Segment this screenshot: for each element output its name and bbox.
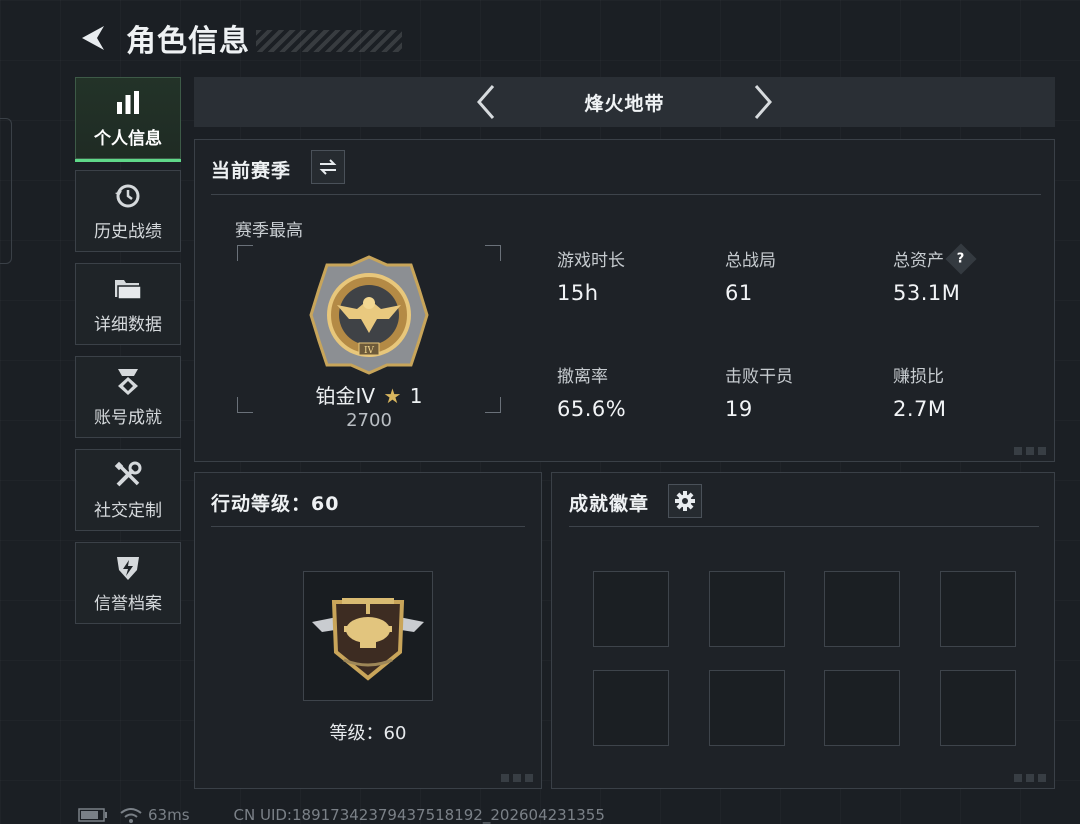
stat-value: 15h (557, 281, 599, 305)
rank-name: 铂金IV (315, 384, 376, 408)
back-arrow-icon (82, 26, 104, 50)
panel-corner-marks (501, 774, 533, 782)
shield-lightning-icon (114, 553, 142, 583)
stat-total-matches: 总战局 61 (725, 246, 776, 305)
question-icon: ? (957, 250, 965, 266)
title-decoration (256, 30, 402, 52)
badge-slot[interactable] (709, 571, 785, 647)
tools-icon (114, 460, 142, 490)
gear-icon (675, 491, 695, 511)
badge-slot[interactable] (593, 571, 669, 647)
stat-extraction-rate: 撤离率 65.6% (557, 362, 626, 421)
previous-mode-button[interactable] (466, 82, 506, 122)
chevron-right-icon (754, 85, 772, 119)
rank-score: 2700 (346, 410, 392, 431)
sidebar-item-detailed-data[interactable]: 详细数据 (75, 263, 181, 345)
sidebar-item-label: 详细数据 (94, 314, 162, 335)
sidebar-item-label: 信誉档案 (94, 593, 162, 614)
stat-play-time: 游戏时长 15h (557, 246, 625, 305)
stat-label-row: 总资产 ? (893, 242, 977, 275)
stat-total-assets: 总资产 ? 53.1M (893, 242, 977, 305)
sidebar-item-social-customization[interactable]: 社交定制 (75, 449, 181, 531)
uid-text: CN UID:18917342379437518192_202604231355 (233, 806, 605, 824)
sidebar: 个人信息 历史战绩 详细数据 账号成就 社交定制 信誉档案 (75, 77, 181, 635)
mode-name: 烽火地带 (584, 92, 665, 115)
back-button[interactable] (76, 20, 110, 56)
achievement-title: 成就徽章 (569, 493, 650, 515)
edge-pull-tab[interactable] (0, 118, 12, 264)
stat-label: 撤离率 (557, 367, 608, 387)
helicopter-level-emblem (312, 598, 424, 681)
stat-label: 总资产 (893, 251, 944, 271)
sidebar-item-personal-info[interactable]: 个人信息 (75, 77, 181, 162)
action-level-emblem-frame (303, 571, 433, 701)
wifi-icon (120, 808, 142, 823)
folder-icon (113, 274, 143, 304)
current-season-panel: 当前赛季 赛季最高 IV 铂金IV ★ 1 2700 游戏时长 15h 总战局 … (194, 139, 1055, 462)
stat-operators-defeated: 击败干员 19 (725, 362, 793, 421)
badge-slot[interactable] (940, 571, 1016, 647)
mode-selector: 烽火地带 (194, 77, 1055, 127)
status-bar: 63ms CN UID:18917342379437518192_2026042… (78, 806, 605, 824)
page-header: 角色信息 (76, 16, 402, 60)
action-level-text: 等级：60 (329, 723, 407, 744)
stat-label: 游戏时长 (557, 251, 625, 271)
action-level-divider (211, 526, 525, 527)
panel-corner-marks (1014, 447, 1046, 455)
sidebar-item-label: 社交定制 (94, 500, 162, 521)
rank-stars: 1 (409, 384, 423, 408)
sidebar-item-history[interactable]: 历史战绩 (75, 170, 181, 252)
bar-chart-icon (114, 88, 142, 118)
badge-slot[interactable] (593, 670, 669, 746)
action-level-title: 行动等级：60 (211, 493, 340, 515)
sidebar-item-credit-record[interactable]: 信誉档案 (75, 542, 181, 624)
badge-slot[interactable] (824, 571, 900, 647)
achievement-medal-icon (114, 367, 142, 397)
badge-slot[interactable] (940, 670, 1016, 746)
stat-value: 53.1M (893, 281, 961, 305)
sidebar-item-label: 个人信息 (94, 128, 162, 149)
panel-corner-marks (1014, 774, 1046, 782)
stat-profit-loss-ratio: 赚损比 2.7M (893, 362, 947, 421)
history-clock-icon (114, 181, 142, 211)
badge-slot[interactable] (709, 670, 785, 746)
action-level-panel: 行动等级：60 等级：60 (194, 472, 542, 789)
stat-value: 61 (725, 281, 753, 305)
ping-value: 63ms (148, 806, 190, 824)
help-button[interactable]: ? (945, 242, 977, 275)
rank-text-group: 铂金IV ★ 1 2700 (237, 140, 501, 463)
achievement-divider (569, 526, 1039, 527)
stat-label: 总战局 (725, 251, 776, 271)
star-icon: ★ (383, 384, 402, 408)
achievement-badges-panel: 成就徽章 (551, 472, 1055, 789)
sidebar-item-label: 账号成就 (94, 407, 162, 428)
rank-name-row: 铂金IV ★ 1 (237, 380, 501, 409)
badge-slot[interactable] (824, 670, 900, 746)
stat-value: 2.7M (893, 397, 947, 421)
badge-settings-button[interactable] (668, 484, 702, 518)
stat-value: 65.6% (557, 397, 627, 421)
battery-icon (78, 808, 107, 822)
chevron-left-icon (477, 85, 495, 119)
stat-label: 赚损比 (893, 367, 944, 387)
next-mode-button[interactable] (743, 82, 783, 122)
stat-value: 19 (725, 397, 753, 421)
sidebar-item-label: 历史战绩 (94, 221, 162, 242)
stat-label: 击败干员 (725, 367, 793, 387)
page-title: 角色信息 (126, 24, 250, 59)
sidebar-item-account-achievements[interactable]: 账号成就 (75, 356, 181, 438)
